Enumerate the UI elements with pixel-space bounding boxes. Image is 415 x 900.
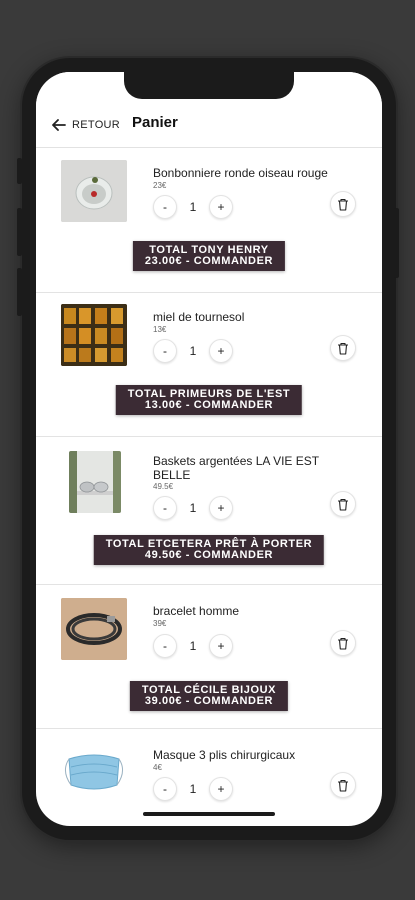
product-image[interactable] — [61, 304, 127, 366]
checkout-button[interactable]: TOTAL ETCETERA PRÊT À PORTER 49.50€ - CO… — [93, 535, 325, 565]
trash-icon — [338, 498, 348, 511]
decrement-button[interactable]: - — [153, 777, 177, 801]
quantity-value: 1 — [189, 501, 197, 515]
cart-item: miel de tournesol 13€ - 1 + TOTAL PRIMEU… — [36, 293, 382, 437]
product-image[interactable] — [61, 598, 127, 660]
volume-up-button — [17, 208, 22, 256]
product-image[interactable] — [69, 451, 121, 513]
decrement-button[interactable]: - — [153, 195, 177, 219]
cart-item: bracelet homme 39€ - 1 + TOTAL CÉCILE BI… — [36, 585, 382, 729]
quantity-stepper: - 1 + — [153, 777, 233, 801]
increment-button[interactable]: + — [209, 634, 233, 658]
arrow-left-icon — [52, 119, 66, 131]
quantity-stepper: - 1 + — [153, 195, 233, 219]
quantity-value: 1 — [189, 200, 197, 214]
mute-switch — [17, 158, 22, 184]
delete-item-button[interactable] — [330, 491, 356, 517]
quantity-value: 1 — [189, 344, 197, 358]
volume-down-button — [17, 268, 22, 316]
cart-list: Bonbonniere ronde oiseau rouge 23€ - 1 +… — [36, 149, 382, 826]
page-title: Panier — [132, 114, 178, 131]
checkout-button[interactable]: TOTAL CÉCILE BIJOUX 39.00€ - COMMANDER — [129, 681, 289, 711]
home-indicator[interactable] — [143, 812, 275, 816]
notch — [124, 72, 294, 99]
order-total-amount: 39.00€ - COMMANDER — [144, 695, 274, 707]
product-name[interactable]: miel de tournesol — [153, 310, 349, 324]
product-price: 4€ — [153, 763, 162, 772]
delete-item-button[interactable] — [330, 772, 356, 798]
cart-item: Baskets argentées LA VIE EST BELLE 49.5€… — [36, 437, 382, 585]
product-image[interactable] — [61, 160, 127, 222]
back-button[interactable]: RETOUR — [50, 116, 120, 134]
product-price: 13€ — [153, 325, 167, 334]
trash-icon — [338, 637, 348, 650]
decrement-button[interactable]: - — [153, 339, 177, 363]
product-name[interactable]: Bonbonniere ronde oiseau rouge — [153, 166, 349, 180]
product-price: 23€ — [153, 181, 167, 190]
decrement-button[interactable]: - — [153, 496, 177, 520]
trash-icon — [338, 779, 348, 792]
checkout-button[interactable]: TOTAL TONY HENRY 23.00€ - COMMANDER — [132, 241, 286, 271]
app-screen: RETOUR Panier Bonbonniere ronde oiseau r… — [36, 72, 382, 826]
increment-button[interactable]: + — [209, 195, 233, 219]
product-price: 39€ — [153, 619, 167, 628]
quantity-value: 1 — [189, 639, 197, 653]
order-total-amount: 49.50€ - COMMANDER — [144, 549, 274, 561]
order-total-amount: 23.00€ - COMMANDER — [144, 255, 274, 267]
product-price: 49.5€ — [153, 482, 174, 491]
delete-item-button[interactable] — [330, 630, 356, 656]
increment-button[interactable]: + — [209, 496, 233, 520]
quantity-stepper: - 1 + — [153, 634, 233, 658]
quantity-stepper: - 1 + — [153, 496, 233, 520]
increment-button[interactable]: + — [209, 339, 233, 363]
order-total-amount: 13.00€ - COMMANDER — [144, 399, 274, 411]
product-name[interactable]: bracelet homme — [153, 604, 349, 618]
power-button — [394, 208, 399, 278]
delete-item-button[interactable] — [330, 335, 356, 361]
quantity-value: 1 — [189, 782, 197, 796]
trash-icon — [338, 198, 348, 211]
cart-item: Bonbonniere ronde oiseau rouge 23€ - 1 +… — [36, 149, 382, 293]
quantity-stepper: - 1 + — [153, 339, 233, 363]
product-image[interactable] — [61, 741, 127, 803]
decrement-button[interactable]: - — [153, 634, 177, 658]
trash-icon — [338, 342, 348, 355]
product-name[interactable]: Baskets argentées LA VIE EST BELLE — [153, 454, 349, 482]
back-label: RETOUR — [72, 119, 121, 131]
product-name[interactable]: Masque 3 plis chirurgicaux — [153, 748, 349, 762]
checkout-button[interactable]: TOTAL PRIMEURS DE L'EST 13.00€ - COMMAND… — [115, 385, 303, 415]
increment-button[interactable]: + — [209, 777, 233, 801]
delete-item-button[interactable] — [330, 191, 356, 217]
